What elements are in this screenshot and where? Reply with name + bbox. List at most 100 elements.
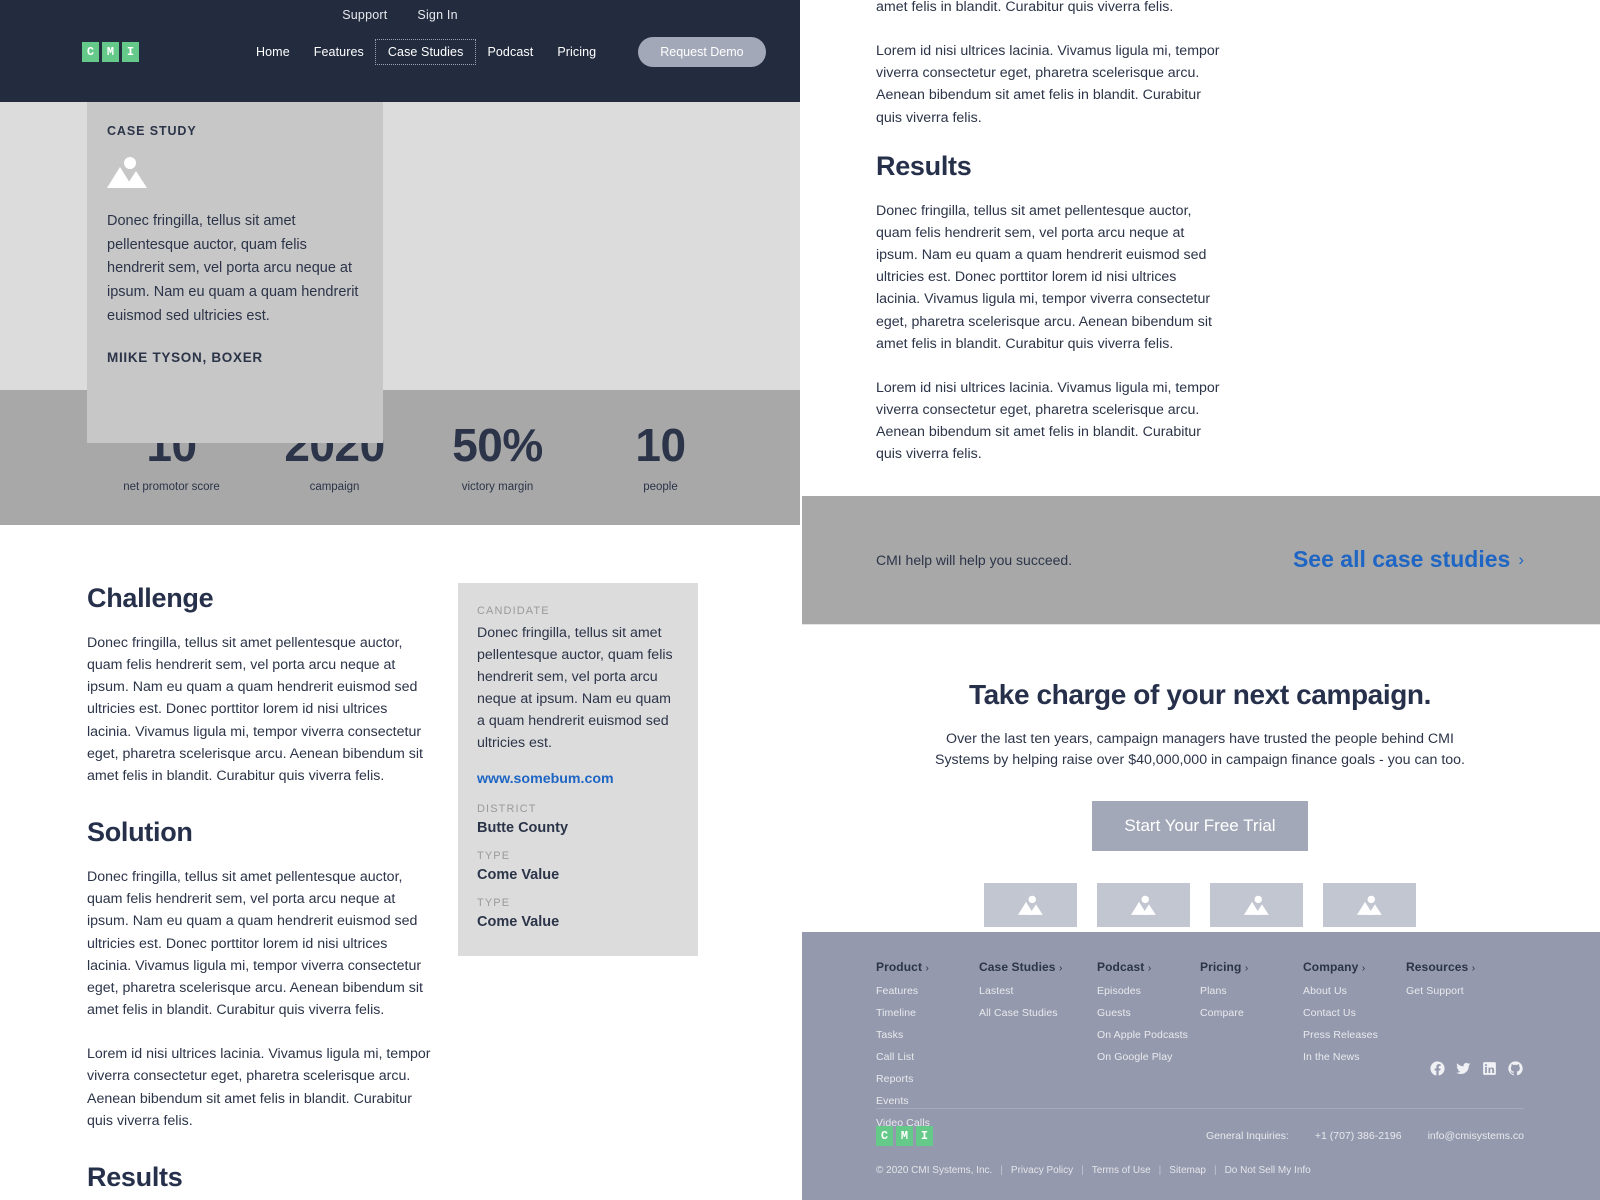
partner-logo-placeholder [1323, 883, 1416, 928]
footer-link[interactable]: All Case Studies [979, 1007, 1097, 1019]
github-icon[interactable] [1507, 1060, 1524, 1077]
stat-label: net promotor score [123, 481, 220, 493]
footer-link[interactable]: Call List [876, 1051, 979, 1063]
cta-section: Take charge of your next campaign. Over … [800, 623, 1600, 932]
footer-column-label: Pricing [1200, 959, 1242, 974]
legal-link-sitemap[interactable]: Sitemap [1169, 1165, 1206, 1176]
cta-heading: Take charge of your next campaign. [968, 678, 1432, 710]
twitter-icon[interactable] [1455, 1060, 1472, 1077]
nav-item-home[interactable]: Home [244, 40, 302, 64]
district-label: DISTRICT [477, 803, 537, 815]
chevron-right-icon: › [1471, 962, 1476, 974]
footer-link[interactable]: Tasks [876, 1029, 979, 1041]
chevron-right-icon: › [1244, 962, 1249, 974]
paragraph-solution-2: Lorem id nisi ultrices lacinia. Vivamus … [87, 1046, 431, 1129]
page-column-right: amet felis in blandit. Curabitur quis vi… [800, 0, 1600, 1200]
copyright-text: © 2020 CMI Systems, Inc. [876, 1164, 993, 1176]
primary-nav: Home Features Case Studies Podcast Prici… [244, 37, 766, 67]
legal-link-do-not-sell[interactable]: Do Not Sell My Info [1225, 1165, 1311, 1176]
footer-column-title[interactable]: Company › [1303, 960, 1406, 974]
footer-link[interactable]: In the News [1303, 1051, 1406, 1063]
site-footer: Product › Features Timeline Tasks Call L… [800, 931, 1600, 1200]
hero-attribution: MIIKE TYSON, BOXER [107, 350, 263, 366]
footer-column-title[interactable]: Pricing › [1200, 960, 1303, 974]
article-section: Challenge Donec fringilla, tellus sit am… [0, 525, 800, 1200]
candidate-description: Donec fringilla, tellus sit amet pellent… [477, 625, 673, 751]
chevron-right-icon: › [1361, 962, 1366, 974]
type-value-2: Come Value [477, 914, 560, 930]
footer-legal-bar: © 2020 CMI Systems, Inc. | Privacy Polic… [876, 1165, 1311, 1176]
footer-link[interactable]: Get Support [1406, 985, 1509, 997]
site-header: Support Sign In C M I Home Features Case… [0, 0, 800, 102]
contact-phone[interactable]: +1 (707) 386-2196 [1315, 1130, 1402, 1142]
case-study-eyebrow: CASE STUDY [107, 124, 197, 138]
footer-link[interactable]: On Apple Podcasts [1097, 1029, 1200, 1041]
footer-link[interactable]: Features [876, 985, 979, 997]
contact-email[interactable]: info@cmisystems.co [1428, 1130, 1524, 1142]
footer-column-title[interactable]: Podcast › [1097, 960, 1200, 974]
footer-column-title[interactable]: Case Studies › [979, 960, 1097, 974]
chevron-right-icon: › [1147, 962, 1152, 974]
site-logo[interactable]: C M I [82, 42, 139, 62]
footer-link[interactable]: Contact Us [1303, 1007, 1406, 1019]
footer-link[interactable]: Episodes [1097, 985, 1200, 997]
footer-link[interactable]: Timeline [876, 1007, 979, 1019]
footer-column-label: Company [1303, 959, 1359, 974]
footer-link[interactable]: Compare [1200, 1007, 1303, 1019]
stat-value: 50% [452, 419, 543, 471]
footer-link[interactable]: Reports [876, 1073, 979, 1085]
footer-link[interactable]: Guests [1097, 1007, 1200, 1019]
hero-section: CASE STUDY Donec fringilla, tellus sit a… [0, 102, 800, 443]
logo-letter-m: M [896, 1125, 913, 1146]
footer-logo[interactable]: C M I [876, 1125, 933, 1146]
see-all-case-studies-band: CMI help will help you succeed. See all … [800, 495, 1600, 624]
footer-link[interactable]: Events [876, 1095, 979, 1107]
footer-column-label: Resources [1406, 959, 1469, 974]
linkedin-icon[interactable] [1481, 1060, 1498, 1077]
request-demo-button[interactable]: Request Demo [638, 37, 766, 67]
stat-label: victory margin [461, 481, 534, 493]
legal-link-privacy[interactable]: Privacy Policy [1011, 1165, 1073, 1176]
heading-solution: Solution [87, 817, 193, 848]
chevron-right-icon: › [1518, 549, 1524, 569]
nav-item-pricing[interactable]: Pricing [545, 40, 608, 64]
heading-results-right: Results [876, 150, 972, 181]
footer-link[interactable]: Plans [1200, 985, 1303, 997]
article-continued: amet felis in blandit. Curabitur quis vi… [800, 0, 1600, 466]
column-divider [800, 0, 802, 1200]
utility-link-signin[interactable]: Sign In [417, 8, 457, 28]
utility-link-support[interactable]: Support [342, 8, 387, 28]
facebook-icon[interactable] [1429, 1060, 1446, 1077]
logo-letter-c: C [876, 1125, 893, 1146]
type-label-1: TYPE [477, 850, 511, 862]
general-inquiries-label: General Inquiries: [1205, 1129, 1289, 1142]
footer-link[interactable]: On Google Play [1097, 1051, 1200, 1063]
paragraph-results-right-2: Lorem id nisi ultrices lacinia. Vivamus … [876, 379, 1220, 463]
footer-column-title[interactable]: Product › [876, 960, 979, 974]
footer-link[interactable]: Lastest [979, 985, 1097, 997]
stat-label: campaign [309, 481, 360, 493]
heading-results: Results [87, 1161, 183, 1192]
footer-link[interactable]: Press Releases [1303, 1029, 1406, 1041]
hero-image-placeholder [107, 156, 363, 188]
candidate-info-card: CANDIDATE Donec fringilla, tellus sit am… [458, 583, 698, 956]
start-free-trial-button[interactable]: Start Your Free Trial [1092, 801, 1308, 852]
paragraph-challenge: Donec fringilla, tellus sit amet pellent… [87, 635, 423, 784]
paragraph-continued-line: amet felis in blandit. Curabitur quis vi… [876, 0, 1174, 15]
district-value: Butte County [477, 820, 569, 836]
cta-subtext: Over the last ten years, campaign manage… [935, 730, 1465, 768]
utility-nav: Support Sign In [0, 8, 800, 28]
nav-item-features[interactable]: Features [302, 40, 376, 64]
nav-item-case-studies[interactable]: Case Studies [374, 39, 477, 65]
candidate-website-link[interactable]: www.somebum.com [477, 771, 679, 787]
partner-logo-placeholder [1210, 883, 1303, 928]
logo-letter-i: I [122, 42, 139, 62]
see-all-case-studies-link[interactable]: See all case studies › [1293, 546, 1524, 573]
footer-column-title[interactable]: Resources › [1406, 960, 1509, 974]
legal-link-terms[interactable]: Terms of Use [1092, 1165, 1151, 1176]
nav-item-podcast[interactable]: Podcast [475, 40, 545, 64]
paragraph-solution-1: Donec fringilla, tellus sit amet pellent… [87, 869, 423, 1019]
page-root: Support Sign In C M I Home Features Case… [0, 0, 1600, 1200]
footer-link[interactable]: About Us [1303, 985, 1406, 997]
partner-logo-placeholder [984, 883, 1077, 928]
